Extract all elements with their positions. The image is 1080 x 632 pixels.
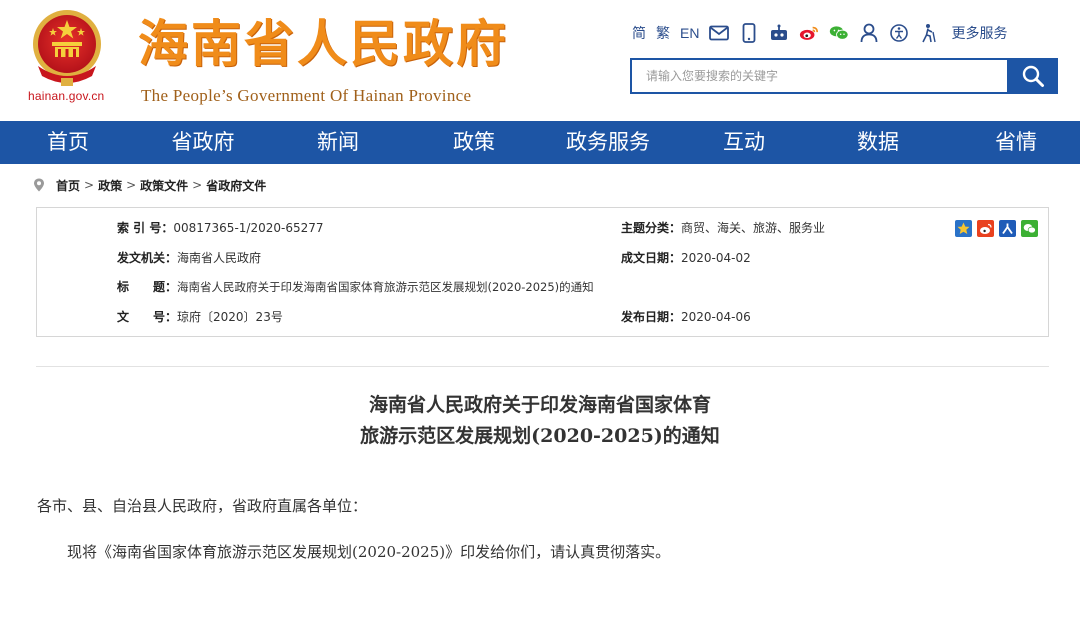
breadcrumb-provincial-docs[interactable]: 省政府文件 bbox=[206, 177, 266, 194]
accessibility-icon[interactable] bbox=[889, 23, 909, 43]
publish-date-row: 发布日期：2020-04-06 bbox=[621, 308, 751, 325]
doc-number-label: 文 号： bbox=[117, 310, 178, 324]
lang-simplified-link[interactable]: 简 bbox=[632, 23, 646, 43]
title-row: 标 题：海南省人民政府关于印发海南省国家体育旅游示范区发展规划(2020-202… bbox=[117, 278, 594, 295]
site-title[interactable]: 海南省人民政府 bbox=[138, 14, 509, 74]
search-bar bbox=[630, 58, 1058, 94]
nav-item-interaction[interactable]: 互动 bbox=[702, 121, 786, 164]
document-title-line-1: 海南省人民政府关于印发海南省国家体育 bbox=[368, 394, 711, 416]
topic-row: 主题分类：商贸、海关、旅游、服务业 bbox=[621, 219, 825, 236]
date-made-value: 2020-04-02 bbox=[681, 251, 751, 265]
mail-icon[interactable] bbox=[709, 23, 730, 43]
issuer-label: 发文机关： bbox=[117, 251, 178, 265]
index-number-row: 索 引 号：00817365-1/2020-65277 bbox=[117, 219, 324, 236]
search-icon bbox=[1022, 65, 1044, 87]
site-subtitle: The People’s Government Of Hainan Provin… bbox=[141, 86, 472, 105]
site-header: hainan.gov.cn 海南省人民政府 The People’s Gover… bbox=[0, 0, 1080, 121]
document-title: 海南省人民政府关于印发海南省国家体育 旅游示范区发展规划(2020-2025)的… bbox=[0, 390, 1080, 452]
nav-item-policy[interactable]: 政策 bbox=[432, 121, 516, 164]
breadcrumb-policy-docs[interactable]: 政策文件 bbox=[140, 177, 188, 194]
weibo-share-icon[interactable] bbox=[977, 220, 994, 237]
date-made-row: 成文日期：2020-04-02 bbox=[621, 249, 751, 266]
elderly-mode-icon[interactable] bbox=[919, 23, 939, 43]
breadcrumb-separator: > bbox=[84, 178, 95, 192]
main-nav: 首页 省政府 新闻 政策 政务服务 互动 数据 省情 bbox=[0, 121, 1080, 164]
document-salutation: 各市、县、自治县人民政府，省政府直属各单位： bbox=[37, 497, 368, 515]
doc-number-row: 文 号：琼府〔2020〕23号 bbox=[117, 308, 283, 325]
issuer-row: 发文机关：海南省人民政府 bbox=[117, 249, 261, 266]
title-value: 海南省人民政府关于印发海南省国家体育旅游示范区发展规划(2020-2025)的通… bbox=[177, 280, 594, 294]
qzone-share-icon[interactable] bbox=[955, 220, 972, 237]
breadcrumb: 首页 > 政策 > 政策文件 > 省政府文件 bbox=[33, 174, 266, 196]
site-domain: hainan.gov.cn bbox=[28, 89, 105, 103]
breadcrumb-separator: > bbox=[192, 178, 203, 192]
user-icon[interactable] bbox=[859, 23, 879, 43]
nav-item-province[interactable]: 省情 bbox=[974, 121, 1058, 164]
issuer-value: 海南省人民政府 bbox=[177, 251, 262, 265]
robot-icon[interactable] bbox=[769, 23, 789, 43]
search-button[interactable] bbox=[1007, 58, 1058, 94]
nav-item-government[interactable]: 省政府 bbox=[160, 121, 246, 164]
breadcrumb-policy[interactable]: 政策 bbox=[98, 177, 122, 194]
nav-item-services[interactable]: 政务服务 bbox=[556, 121, 660, 164]
nav-item-data[interactable]: 数据 bbox=[836, 121, 920, 164]
lang-english-link[interactable]: EN bbox=[680, 25, 699, 41]
topic-label: 主题分类： bbox=[621, 221, 682, 235]
date-made-label: 成文日期： bbox=[621, 251, 682, 265]
location-pin-icon bbox=[34, 178, 44, 192]
nav-item-news[interactable]: 新闻 bbox=[296, 121, 380, 164]
mobile-icon[interactable] bbox=[739, 23, 759, 43]
search-input[interactable] bbox=[630, 58, 1007, 94]
share-buttons bbox=[955, 220, 1038, 237]
index-number-label: 索 引 号： bbox=[117, 221, 174, 235]
document-body-paragraph: 现将《海南省国家体育旅游示范区发展规划(2020-2025)》印发给你们，请认真… bbox=[67, 543, 671, 561]
title-label: 标 题： bbox=[117, 280, 178, 294]
document-info-box: 索 引 号：00817365-1/2020-65277 主题分类：商贸、海关、旅… bbox=[36, 207, 1049, 337]
doc-number-value: 琼府〔2020〕23号 bbox=[177, 310, 283, 324]
index-number-value: 00817365-1/2020-65277 bbox=[173, 221, 324, 235]
top-links: 简 繁 EN 更多服务 bbox=[632, 22, 1007, 44]
breadcrumb-separator: > bbox=[126, 178, 137, 192]
renren-share-icon[interactable] bbox=[999, 220, 1016, 237]
weibo-icon[interactable] bbox=[799, 23, 819, 43]
breadcrumb-home[interactable]: 首页 bbox=[56, 177, 80, 194]
nav-item-home[interactable]: 首页 bbox=[28, 121, 108, 164]
national-emblem-logo[interactable] bbox=[28, 6, 106, 88]
topic-value: 商贸、海关、旅游、服务业 bbox=[681, 221, 826, 235]
publish-date-value: 2020-04-06 bbox=[681, 310, 751, 324]
wechat-icon[interactable] bbox=[829, 23, 850, 43]
document-title-line-2: 旅游示范区发展规划(2020-2025)的通知 bbox=[360, 425, 720, 447]
publish-date-label: 发布日期： bbox=[621, 310, 682, 324]
wechat-share-icon[interactable] bbox=[1021, 220, 1038, 237]
content-divider bbox=[36, 366, 1049, 367]
more-services-link[interactable]: 更多服务 bbox=[951, 23, 1007, 43]
lang-traditional-link[interactable]: 繁 bbox=[656, 23, 670, 43]
